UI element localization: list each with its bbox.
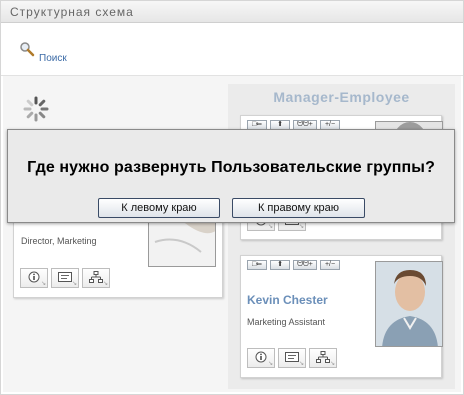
employee-name[interactable]: Kevin Chester [247,293,328,307]
card-actions: ↘ ↘ ↘ [247,348,337,368]
expand-groups-dialog: Где нужно развернуть Пользовательские гр… [7,129,455,223]
info-button[interactable]: ↘ [20,268,48,288]
window-title: Структурная схема [10,5,134,19]
org-chart-icon [89,270,103,286]
up-button[interactable]: ⬆ [270,260,290,270]
org-chart-icon [316,350,330,366]
search-label: Поиск [39,53,67,64]
id-card-icon [285,351,299,365]
employee-photo [375,261,443,347]
collapse-left-button[interactable]: □⇐ [247,260,267,270]
magnifier-icon [19,41,35,60]
employee-title: Marketing Assistant [247,317,326,327]
loading-spinner-icon [22,95,50,123]
search-link[interactable]: Поиск [19,41,67,64]
zone-title: Manager-Employee [273,89,410,105]
info-icon [255,351,267,366]
right-edge-button[interactable]: К правому краю [232,198,365,218]
info-icon [28,271,40,286]
dialog-question: Где нужно развернуть Пользовательские гр… [27,159,435,176]
expand-collapse-button[interactable]: +/− [320,260,340,270]
id-card-icon [58,271,72,285]
expand-groups-button[interactable]: ᗢᗢ+ [293,260,317,270]
card-actions: ↘ ↘ ↘ [20,268,110,288]
title-bar: Структурная схема [1,1,463,23]
toolbar: Поиск [1,24,463,76]
org-chart-button[interactable]: ↘ [309,348,337,368]
employee-card-kevin-chester[interactable]: □⇐ ⬆ ᗢᗢ+ +/− Kevin Chester Marketing Ass… [240,255,443,378]
left-edge-button[interactable]: К левому краю [98,198,220,218]
card-nav-buttons: □⇐ ⬆ ᗢᗢ+ +/− [247,260,340,270]
employee-title: Director, Marketing [21,236,97,246]
org-chart-button[interactable]: ↘ [82,268,110,288]
info-button[interactable]: ↘ [247,348,275,368]
id-card-button[interactable]: ↘ [278,348,306,368]
id-card-button[interactable]: ↘ [51,268,79,288]
